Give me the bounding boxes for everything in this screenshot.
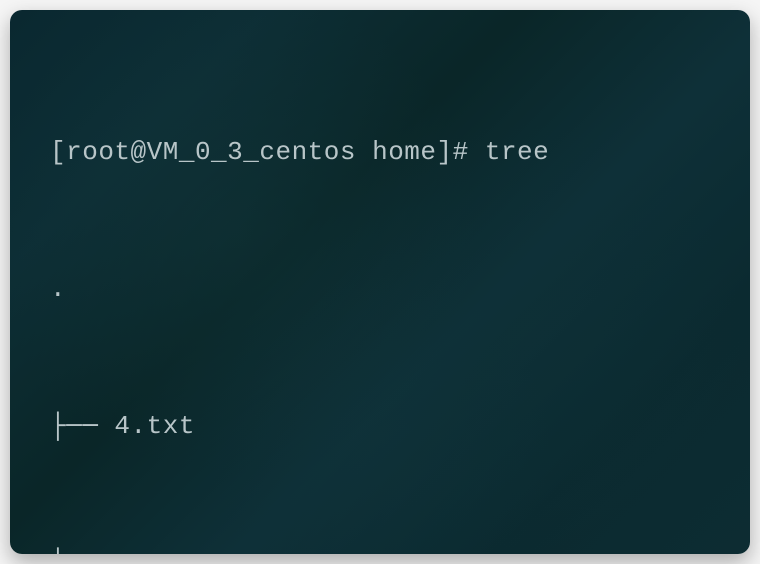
prompt-symbol: # [453, 137, 469, 167]
prompt-space [356, 137, 372, 167]
tree-line: ├── 4.txt [50, 404, 710, 448]
tree-root: . [50, 267, 710, 311]
command-text: tree [485, 137, 549, 167]
prompt-host: VM_0_3_centos [147, 137, 356, 167]
terminal-content: [root@VM_0_3_centos home]# tree . ├── 4.… [50, 42, 710, 554]
prompt-space2 [469, 137, 485, 167]
tree-line: └── a [50, 540, 710, 554]
prompt-cwd: home [372, 137, 436, 167]
prompt-open: [ [50, 137, 66, 167]
prompt-close: ] [437, 137, 453, 167]
shell-prompt-line: [root@VM_0_3_centos home]# tree [50, 130, 710, 174]
terminal-window[interactable]: [root@VM_0_3_centos home]# tree . ├── 4.… [10, 10, 750, 554]
prompt-user: root [66, 137, 130, 167]
prompt-at: @ [131, 137, 147, 167]
